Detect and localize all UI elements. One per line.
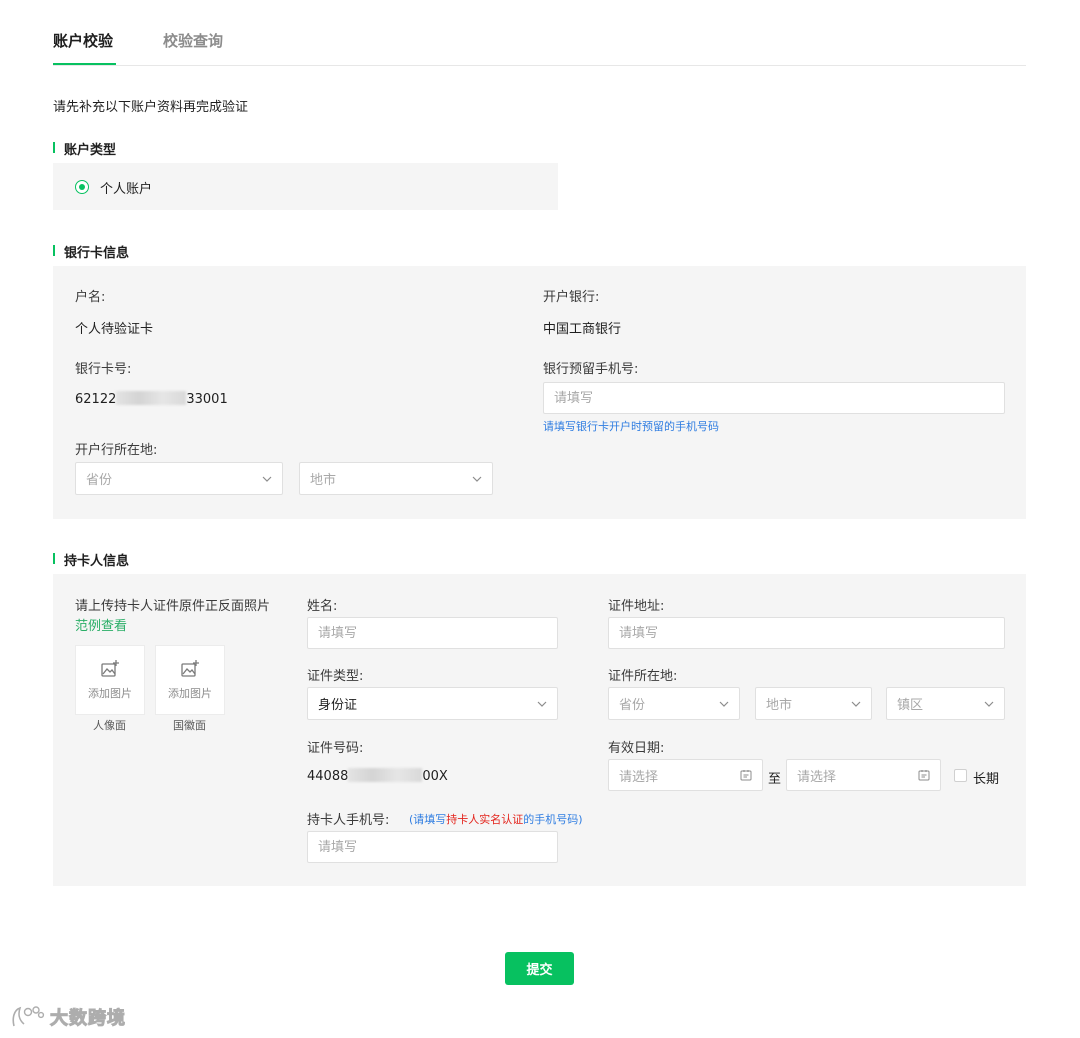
card-number-mask [116, 391, 187, 405]
id-address-input[interactable] [608, 617, 1005, 649]
holder-phone-hint-pre: (请填写 [409, 813, 447, 826]
card-number-prefix: 62122 [75, 392, 117, 407]
id-number-prefix: 44088 [307, 769, 349, 784]
holder-name-label: 户名: [75, 290, 106, 305]
chevron-down-icon [984, 701, 994, 707]
section-title-holder-info: 持卡人信息 [53, 550, 129, 569]
chevron-down-icon [719, 701, 729, 707]
valid-date-label: 有效日期: [608, 741, 665, 756]
bank-province-placeholder: 省份 [86, 473, 113, 488]
id-number-suffix: 00X [422, 769, 448, 784]
holder-phone-label: 持卡人手机号: [307, 813, 390, 828]
bank-province-select[interactable]: 省份 [75, 462, 283, 495]
id-number-mask [348, 768, 423, 782]
start-date-placeholder: 请选择 [619, 769, 659, 785]
emblem-side-label: 国徽面 [173, 719, 206, 732]
holder-info-panel: 请上传持卡人证件原件正反面照片 范例查看 添加图片 添加图片 人像面 国徽面 姓… [53, 574, 1026, 886]
chevron-down-icon [537, 701, 547, 707]
bank-name-value: 中国工商银行 [543, 322, 622, 337]
id-type-label: 证件类型: [307, 669, 364, 684]
tab-account-verify[interactable]: 账户校验 [53, 30, 113, 51]
section-title-bank-info: 银行卡信息 [53, 242, 129, 261]
section-title-account-type: 账户类型 [53, 139, 116, 158]
id-address-label: 证件地址: [608, 599, 665, 614]
example-link[interactable]: 范例查看 [75, 615, 127, 634]
upload-emblem-text: 添加图片 [168, 687, 212, 700]
tab-bar: 账户校验 校验查询 [53, 0, 1026, 66]
watermark: 大数跨境 [10, 1004, 126, 1030]
chevron-down-icon [262, 476, 272, 482]
id-district-select[interactable]: 镇区 [886, 687, 1005, 720]
watermark-logo-icon [12, 1006, 45, 1027]
upload-emblem-button[interactable]: 添加图片 [155, 645, 225, 715]
bank-info-panel: 户名: 个人待验证卡 开户银行: 中国工商银行 银行卡号: 62122 33001… [53, 266, 1026, 519]
id-number-label: 证件号码: [307, 741, 364, 756]
upload-instruction: 请上传持卡人证件原件正反面照片 [75, 599, 271, 614]
id-number-value: 44088 00X [307, 768, 448, 784]
bank-location-label: 开户行所在地: [75, 443, 158, 458]
bank-city-placeholder: 地市 [310, 473, 337, 488]
reserved-phone-label: 银行预留手机号: [543, 362, 639, 377]
holder-phone-hint-emphasis: 持卡人实名认证 [446, 813, 524, 826]
reserved-phone-hint: 请填写银行卡开户时预留的手机号码 [543, 420, 719, 433]
watermark-text: 大数跨境 [50, 1008, 126, 1030]
add-image-icon [101, 660, 119, 677]
tab-verify-query[interactable]: 校验查询 [163, 30, 223, 51]
personal-account-radio[interactable] [75, 180, 89, 194]
chevron-down-icon [472, 476, 482, 482]
intro-text: 请先补充以下账户资料再完成验证 [53, 100, 249, 115]
upload-portrait-button[interactable]: 添加图片 [75, 645, 145, 715]
chevron-down-icon [851, 701, 861, 707]
date-range-separator: 至 [768, 772, 782, 787]
card-number-suffix: 33001 [186, 392, 228, 407]
end-date-placeholder: 请选择 [797, 769, 837, 785]
upload-portrait-text: 添加图片 [88, 687, 132, 700]
start-date-picker[interactable]: 请选择 [608, 759, 763, 791]
long-term-checkbox[interactable] [954, 769, 967, 782]
end-date-picker[interactable]: 请选择 [786, 759, 941, 791]
card-number-value: 62122 33001 [75, 391, 228, 407]
account-type-panel: 个人账户 [53, 163, 558, 210]
id-province-select[interactable]: 省份 [608, 687, 740, 720]
id-type-value: 身份证 [318, 698, 358, 713]
add-image-icon [181, 660, 199, 677]
id-district-placeholder: 镇区 [897, 698, 924, 713]
portrait-side-label: 人像面 [93, 719, 126, 732]
id-city-select[interactable]: 地市 [755, 687, 872, 720]
id-type-select[interactable]: 身份证 [307, 687, 558, 720]
id-province-placeholder: 省份 [619, 698, 646, 713]
id-location-label: 证件所在地: [608, 669, 678, 684]
long-term-label[interactable]: 长期 [973, 768, 999, 787]
calendar-icon [918, 770, 930, 781]
holder-phone-hint-post: 的手机号码) [523, 813, 583, 826]
holder-name-value: 个人待验证卡 [75, 322, 154, 337]
holder-phone-input[interactable] [307, 831, 558, 863]
card-number-label: 银行卡号: [75, 362, 132, 377]
bank-city-select[interactable]: 地市 [299, 462, 493, 495]
submit-button[interactable]: 提交 [505, 952, 574, 985]
personal-account-label[interactable]: 个人账户 [100, 178, 152, 197]
active-tab-indicator [53, 63, 116, 65]
holder-name-input[interactable] [307, 617, 558, 649]
bank-name-label: 开户银行: [543, 290, 600, 305]
holder-phone-hint: (请填写持卡人实名认证的手机号码) [409, 811, 583, 827]
holder-name-field-label: 姓名: [307, 599, 338, 614]
reserved-phone-input[interactable] [543, 382, 1005, 414]
calendar-icon [740, 770, 752, 781]
id-city-placeholder: 地市 [766, 698, 793, 713]
